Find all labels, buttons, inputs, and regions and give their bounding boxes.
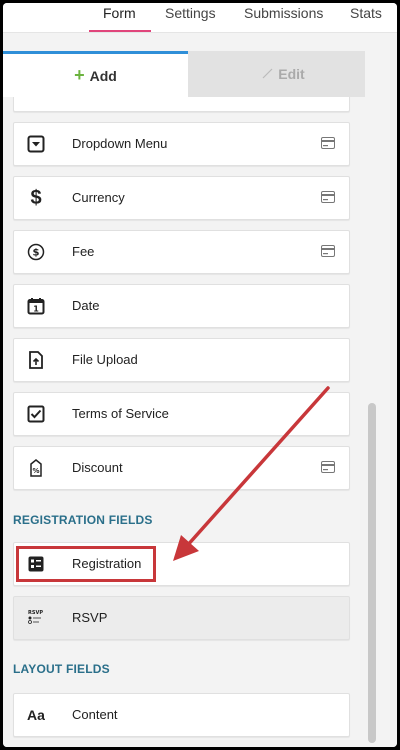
annotation-arrow [173, 386, 330, 561]
app-frame: Form Settings Submissions Stats Dropdown… [3, 3, 397, 747]
